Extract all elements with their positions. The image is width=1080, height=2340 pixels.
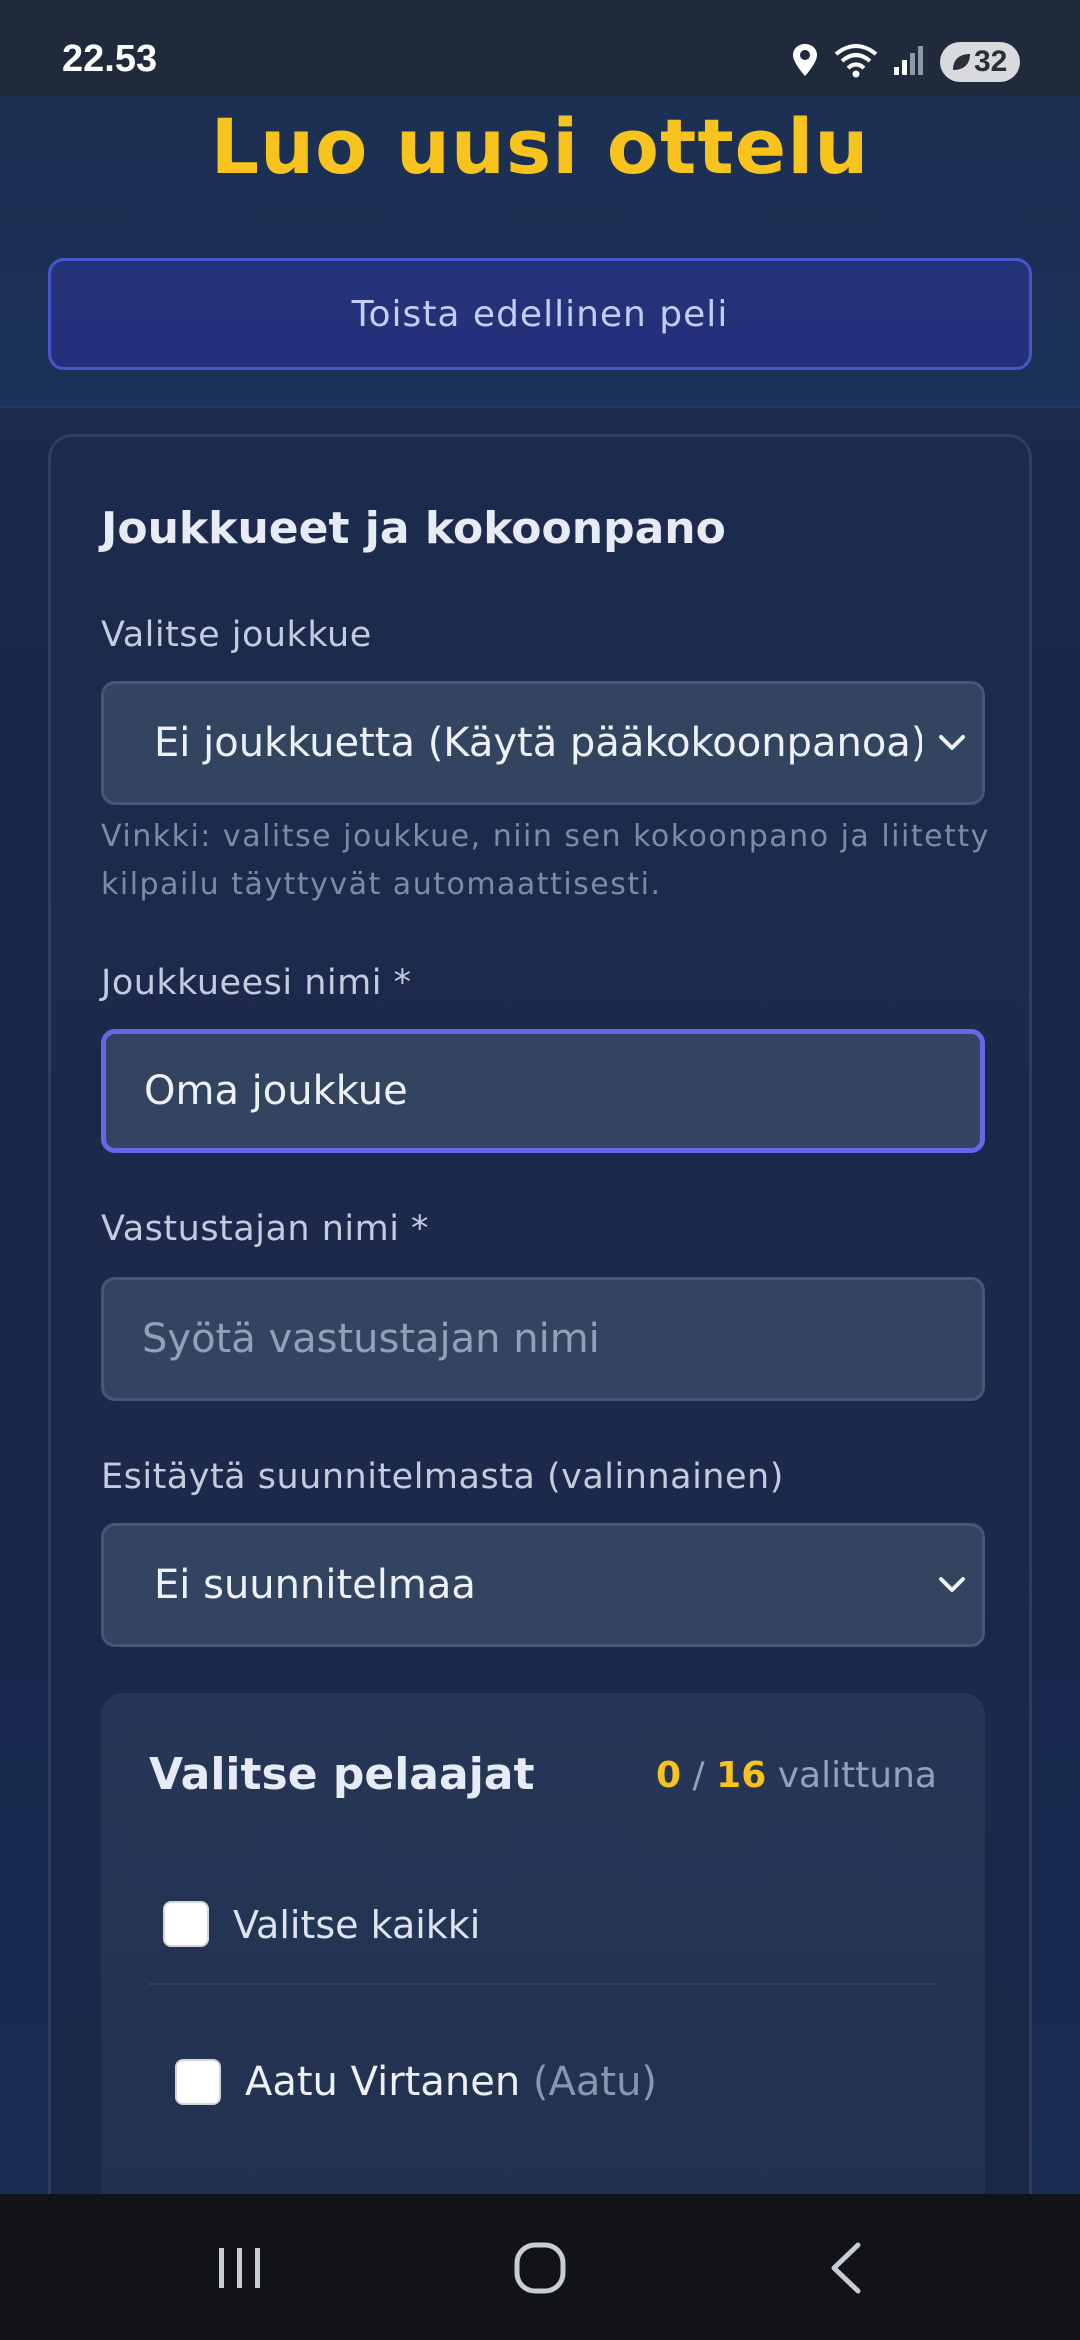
chevron-down-icon [922, 681, 982, 805]
battery-level: 32 [974, 45, 1008, 78]
selected-count-value: 0 [656, 1755, 682, 1796]
count-suffix: valittuna [777, 1755, 937, 1796]
section-title: Joukkueet ja kokoonpano [101, 503, 726, 554]
team-select-value: Ei joukkuetta (Käytä pääkokoonpanoa) [154, 720, 922, 766]
leaf-icon [953, 54, 970, 70]
location-icon [790, 42, 820, 82]
teams-card: Joukkueet ja kokoonpano Valitse joukkue … [48, 434, 1032, 2234]
chevron-down-icon [922, 1523, 982, 1647]
selected-count: 0 / 16 valittuna [656, 1755, 937, 1796]
count-separator: / [692, 1755, 705, 1796]
replay-previous-game-button[interactable]: Toista edellinen peli [48, 258, 1032, 370]
plan-select-value: Ei suunnitelmaa [154, 1562, 476, 1608]
status-icons: 32 [790, 40, 1020, 84]
status-time: 22.53 [62, 38, 158, 80]
home-icon[interactable] [510, 2238, 570, 2298]
back-icon[interactable] [816, 2238, 876, 2298]
battery-icon: 32 [940, 42, 1020, 82]
status-bar: 22.53 32 [0, 0, 1080, 96]
players-panel: Valitse pelaajat 0 / 16 valittuna Valits… [101, 1693, 985, 2213]
page-header: Luo uusi ottelu Toista edellinen peli [0, 96, 1080, 408]
divider [149, 1983, 937, 1985]
opponent-name-input[interactable]: Syötä vastustajan nimi [101, 1277, 985, 1401]
player-list-item[interactable]: Aatu Virtanen (Aatu) [245, 2059, 657, 2105]
team-select-hint: Vinkki: valitse joukkue, niin sen kokoon… [101, 819, 990, 902]
players-title: Valitse pelaajat [149, 1749, 535, 1800]
team-select[interactable]: Ei joukkuetta (Käytä pääkokoonpanoa) [101, 681, 985, 805]
team-name-input[interactable]: Oma joukkue [101, 1029, 985, 1153]
team-select-label: Valitse joukkue [101, 615, 372, 655]
signal-icon [892, 43, 926, 81]
opponent-name-label: Vastustajan nimi * [101, 1209, 430, 1249]
recent-apps-icon[interactable] [210, 2238, 270, 2298]
navigation-bar [0, 2194, 1080, 2340]
opponent-name-placeholder: Syötä vastustajan nimi [142, 1316, 600, 1362]
team-name-value: Oma joukkue [144, 1068, 408, 1114]
total-count-value: 16 [716, 1755, 767, 1796]
screen: 22.53 32 Luo uusi ottelu Toista edelline… [0, 0, 1080, 2340]
player-name: Aatu Virtanen [245, 2059, 521, 2105]
plan-select-label: Esitäytä suunnitelmasta (valinnainen) [101, 1457, 784, 1497]
team-name-label: Joukkueesi nimi * [101, 963, 412, 1003]
page-title: Luo uusi ottelu [210, 102, 870, 191]
plan-select[interactable]: Ei suunnitelmaa [101, 1523, 985, 1647]
player-nickname: (Aatu) [532, 2059, 658, 2105]
player-checkbox[interactable] [175, 2059, 221, 2105]
select-all-label: Valitse kaikki [233, 1903, 481, 1947]
select-all-checkbox[interactable] [163, 1901, 209, 1947]
wifi-icon [834, 42, 878, 82]
